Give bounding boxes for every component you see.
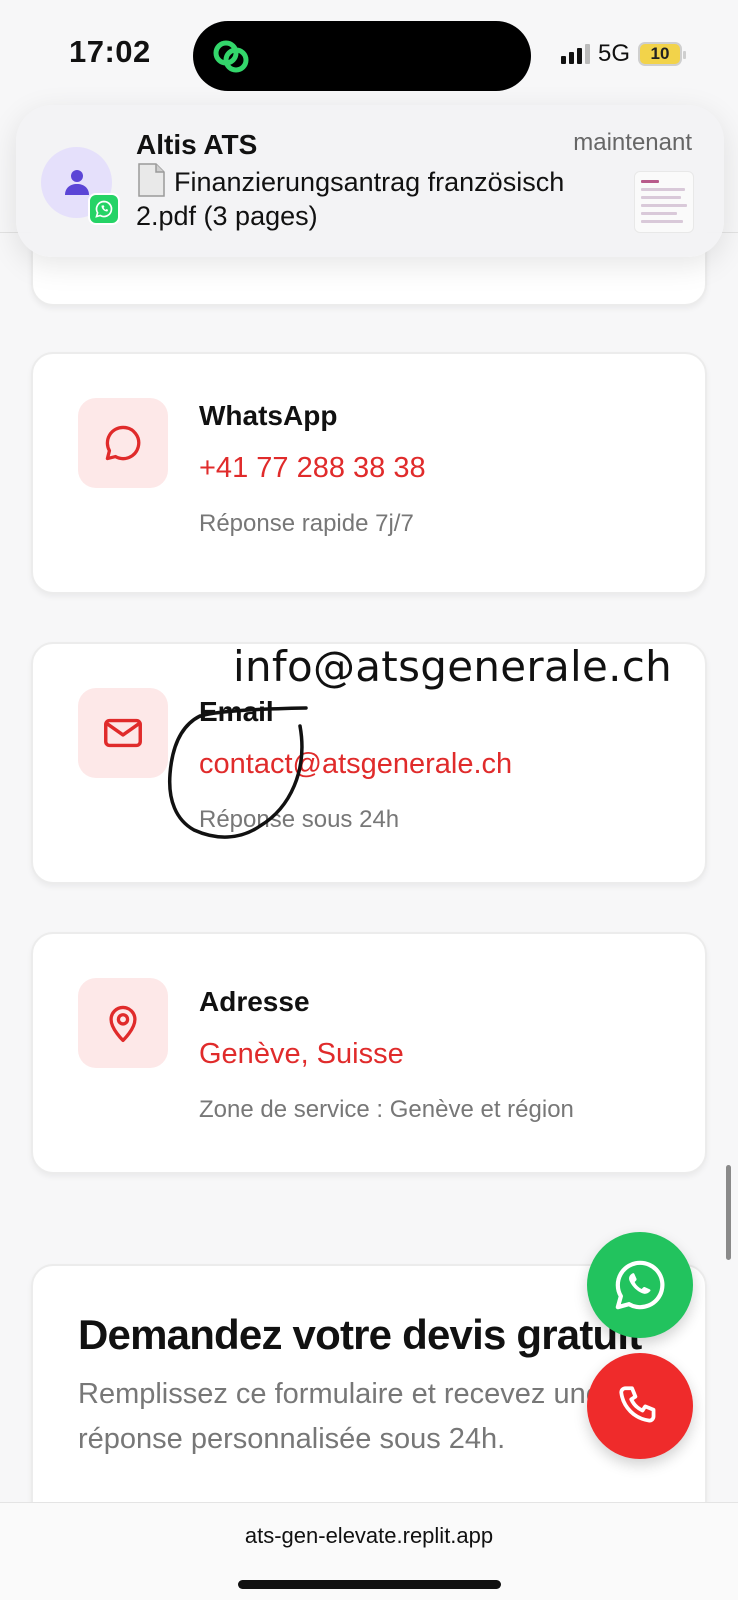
whatsapp-floating-button[interactable]	[587, 1232, 693, 1338]
card-note: Zone de service : Genève et région	[199, 1096, 574, 1123]
call-floating-button[interactable]	[587, 1353, 693, 1459]
link-rings-icon	[213, 40, 249, 73]
quote-title: Demandez votre devis gratuit	[78, 1311, 642, 1358]
browser-bottom-bar: ats-gen-elevate.replit.app	[0, 1502, 738, 1600]
dynamic-island	[193, 21, 531, 91]
person-icon	[65, 170, 89, 195]
chat-bubble-icon	[78, 398, 168, 488]
quote-subtitle: Remplissez ce formulaire et recevez une …	[78, 1378, 602, 1455]
whatsapp-badge-icon	[88, 193, 120, 225]
address-link[interactable]: Genève, Suisse	[199, 1038, 404, 1071]
whatsapp-icon	[615, 1260, 665, 1310]
battery-level: 10	[650, 44, 670, 63]
handwritten-email-annotation: info@atsgenerale.ch	[233, 642, 673, 691]
home-indicator[interactable]	[238, 1580, 501, 1589]
pdf-thumbnail	[634, 171, 694, 233]
whatsapp-phone-link[interactable]: +41 77 288 38 38	[199, 452, 426, 485]
notification-message: Finanzierungsantrag französisch 2.pdf (3…	[136, 163, 626, 233]
phone-icon	[619, 1386, 656, 1423]
status-indicators: 5G 10	[560, 40, 686, 68]
scrollbar-thumb[interactable]	[726, 1165, 731, 1260]
status-bar: 17:02 5G 10	[0, 0, 738, 100]
cellular-signal-icon	[560, 44, 590, 64]
notification-time: maintenant	[573, 129, 692, 156]
notification-banner[interactable]: Altis ATS maintenant Finanzierungsantrag…	[16, 105, 724, 257]
notification-message-text: Finanzierungsantrag französisch 2.pdf (3…	[136, 167, 565, 231]
card-note: Réponse rapide 7j/7	[199, 510, 414, 537]
contact-card-whatsapp: WhatsApp +41 77 288 38 38 Réponse rapide…	[31, 352, 707, 594]
card-title: Adresse	[199, 986, 310, 1017]
document-icon	[138, 163, 165, 197]
status-time: 17:02	[69, 34, 151, 69]
handwritten-circle-scribble	[167, 706, 308, 839]
network-type: 5G	[597, 40, 630, 67]
map-pin-icon	[78, 978, 168, 1068]
contact-card-address: Adresse Genève, Suisse Zone de service :…	[31, 932, 707, 1174]
notification-app-name: Altis ATS	[136, 129, 258, 160]
card-title: WhatsApp	[199, 400, 338, 431]
battery-icon: 10	[638, 42, 686, 66]
address-bar-url[interactable]: ats-gen-elevate.replit.app	[0, 1523, 738, 1549]
